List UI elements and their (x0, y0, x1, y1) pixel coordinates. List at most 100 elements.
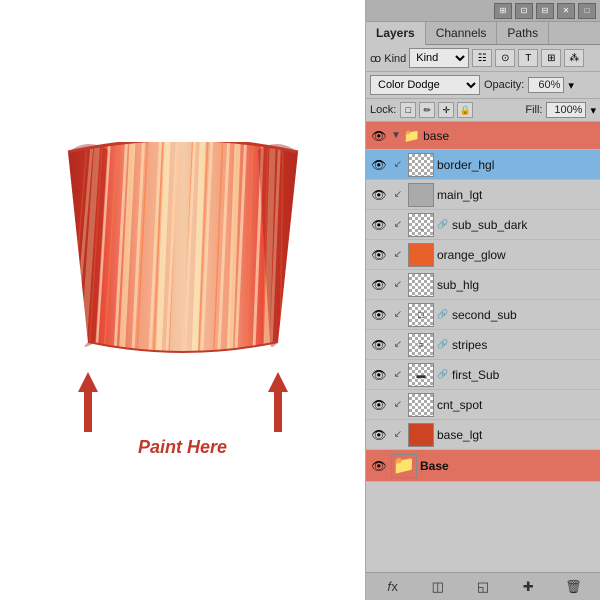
eye-icon-second-sub[interactable]: 👁 (370, 306, 388, 324)
layer-name-base-main: Base (420, 459, 596, 473)
eye-icon-main-lgt[interactable]: 👁 (370, 186, 388, 204)
kind-select[interactable]: Kind (409, 48, 469, 68)
arrows-area (73, 372, 293, 432)
layer-name-sub-hlg: sub_hlg (437, 278, 596, 292)
thumb-first-sub: ▬ (408, 363, 434, 387)
layer-row-stripes[interactable]: 👁 ↙ ≡ 🔗 stripes (366, 330, 600, 360)
layer-name-border-hgl: border_hgl (437, 158, 596, 172)
link-icon-sub-sub-dark: 🔗 (437, 216, 449, 234)
eye-icon-border-hgl[interactable]: 👁 (370, 156, 388, 174)
kind-icon-adjust[interactable]: ⊙ (495, 49, 515, 67)
expand-icon-base[interactable]: ▼ (391, 130, 401, 141)
lock-icons: □ ✏ ✛ 🔒 (400, 102, 473, 118)
thumb-stripes: ≡ (408, 333, 434, 357)
layer-row-second-sub[interactable]: 👁 ↙ □ 🔗 second_sub (366, 300, 600, 330)
layer-name-stripes: stripes (452, 338, 596, 352)
lock-icon-all[interactable]: 🔒 (457, 102, 473, 118)
kind-icon-smart[interactable]: ⁂ (564, 49, 584, 67)
kind-icon-text[interactable]: T (518, 49, 538, 67)
chain-icon-orange-glow: ↙ (391, 246, 405, 264)
bottom-icon-delete[interactable]: 🗑 (562, 577, 584, 597)
layer-name-sub-sub-dark: sub_sub_dark (452, 218, 596, 232)
cupcake-wrapper: Paint Here (33, 140, 333, 460)
layer-row-border-hgl[interactable]: 👁 ↙ border_hgl (366, 150, 600, 180)
layer-name-second-sub: second_sub (452, 308, 596, 322)
layer-name-base-lgt: base_lgt (437, 428, 596, 442)
thumb-cnt-spot (408, 393, 434, 417)
layer-row-base-lgt[interactable]: 👁 ↙ base_lgt (366, 420, 600, 450)
eye-icon-cnt-spot[interactable]: 👁 (370, 396, 388, 414)
link-icon-stripes: 🔗 (437, 336, 449, 354)
eye-icon-base-group[interactable]: 👁 (370, 127, 388, 145)
layer-row-orange-glow[interactable]: 👁 ↙ orange_glow (366, 240, 600, 270)
toolbar-icon-2[interactable]: ⊡ (515, 3, 533, 19)
thumb-orange-glow (408, 243, 434, 267)
layer-name-base-group: base (423, 129, 596, 143)
eye-icon-base-main[interactable]: 👁 (370, 457, 388, 475)
eye-icon-sub-hlg[interactable]: 👁 (370, 276, 388, 294)
left-arrow (73, 372, 103, 432)
paint-here-label: Paint Here (138, 437, 227, 458)
thumb-sub-sub-dark: _ (408, 213, 434, 237)
group-row-base[interactable]: 👁 ▼ 📁 base (366, 122, 600, 150)
lock-label: Lock: (370, 104, 396, 116)
panel-bottom: 𝑓x ◫ ◱ ✚ 🗑 (366, 572, 600, 600)
chain-icon-stripes: ↙ (391, 336, 405, 354)
kind-icon-shape[interactable]: ⊞ (541, 49, 561, 67)
chain-icon-second-sub: ↙ (391, 306, 405, 324)
lock-icon-paint[interactable]: ✏ (419, 102, 435, 118)
eye-icon-first-sub[interactable]: 👁 (370, 366, 388, 384)
lock-row: Lock: □ ✏ ✛ 🔒 Fill: ▾ (366, 99, 600, 122)
layer-name-first-sub: first_Sub (452, 368, 596, 382)
tab-paths[interactable]: Paths (497, 22, 549, 44)
lock-icon-move[interactable]: ✛ (438, 102, 454, 118)
layer-name-cnt-spot: cnt_spot (437, 398, 596, 412)
layer-row-first-sub[interactable]: 👁 ↙ ▬ 🔗 first_Sub (366, 360, 600, 390)
layers-list: 👁 ▼ 📁 base 👁 ↙ border_hgl 👁 ↙ main_lgt 👁… (366, 122, 600, 572)
toolbar-icon-4[interactable]: ✕ (557, 3, 575, 19)
tab-layers[interactable]: Layers (366, 22, 426, 45)
toolbar-icon-1[interactable]: ⊞ (494, 3, 512, 19)
fill-input[interactable] (546, 102, 586, 118)
chain-icon-main-lgt: ↙ (391, 186, 405, 204)
layer-row-main-lgt[interactable]: 👁 ↙ main_lgt (366, 180, 600, 210)
thumb-base-lgt (408, 423, 434, 447)
layer-row-cnt-spot[interactable]: 👁 ↙ cnt_spot (366, 390, 600, 420)
toolbar-icon-3[interactable]: ⊟ (536, 3, 554, 19)
bottom-icon-adjust[interactable]: ◫ (427, 577, 449, 597)
opacity-input[interactable] (528, 77, 564, 93)
eye-icon-sub-sub-dark[interactable]: 👁 (370, 216, 388, 234)
chain-icon-border-hgl: ↙ (391, 156, 405, 174)
blend-row: Color Dodge Opacity: ▾ (366, 72, 600, 99)
eye-icon-stripes[interactable]: 👁 (370, 336, 388, 354)
folder-icon-base: 📁 (404, 128, 420, 144)
chain-icon-first-sub: ↙ (391, 366, 405, 384)
toolbar-icon-5[interactable]: □ (578, 3, 596, 19)
canvas-area: Paint Here (0, 0, 365, 600)
layer-row-sub-sub-dark[interactable]: 👁 ↙ _ 🔗 sub_sub_dark (366, 210, 600, 240)
layer-name-orange-glow: orange_glow (437, 248, 596, 262)
eye-icon-base-lgt[interactable]: 👁 (370, 426, 388, 444)
fill-arrow[interactable]: ▾ (590, 104, 596, 117)
kind-label: ꝏ Kind (370, 52, 406, 65)
chain-icon-base-lgt: ↙ (391, 426, 405, 444)
layer-row-base-main[interactable]: 👁 📁 Base (366, 450, 600, 482)
fill-label: Fill: (525, 104, 542, 116)
cupcake-illustration (38, 142, 328, 362)
chain-icon-sub-hlg: ↙ (391, 276, 405, 294)
blend-mode-select[interactable]: Color Dodge (370, 75, 480, 95)
layers-panel: ⊞ ⊡ ⊟ ✕ □ Layers Channels Paths ꝏ Kind K… (365, 0, 600, 600)
opacity-arrow[interactable]: ▾ (568, 79, 574, 92)
panel-tabs: Layers Channels Paths (366, 22, 600, 45)
tab-channels[interactable]: Channels (426, 22, 498, 44)
bottom-icon-fx[interactable]: 𝑓x (382, 577, 404, 597)
lock-icon-pixels[interactable]: □ (400, 102, 416, 118)
thumb-second-sub: □ (408, 303, 434, 327)
bottom-icon-group[interactable]: ◱ (472, 577, 494, 597)
kind-icon-image[interactable]: ☷ (472, 49, 492, 67)
eye-icon-orange-glow[interactable]: 👁 (370, 246, 388, 264)
thumb-main-lgt (408, 183, 434, 207)
bottom-icon-new[interactable]: ✚ (517, 577, 539, 597)
layer-row-sub-hlg[interactable]: 👁 ↙ sub_hlg (366, 270, 600, 300)
thumb-border-hgl (408, 153, 434, 177)
